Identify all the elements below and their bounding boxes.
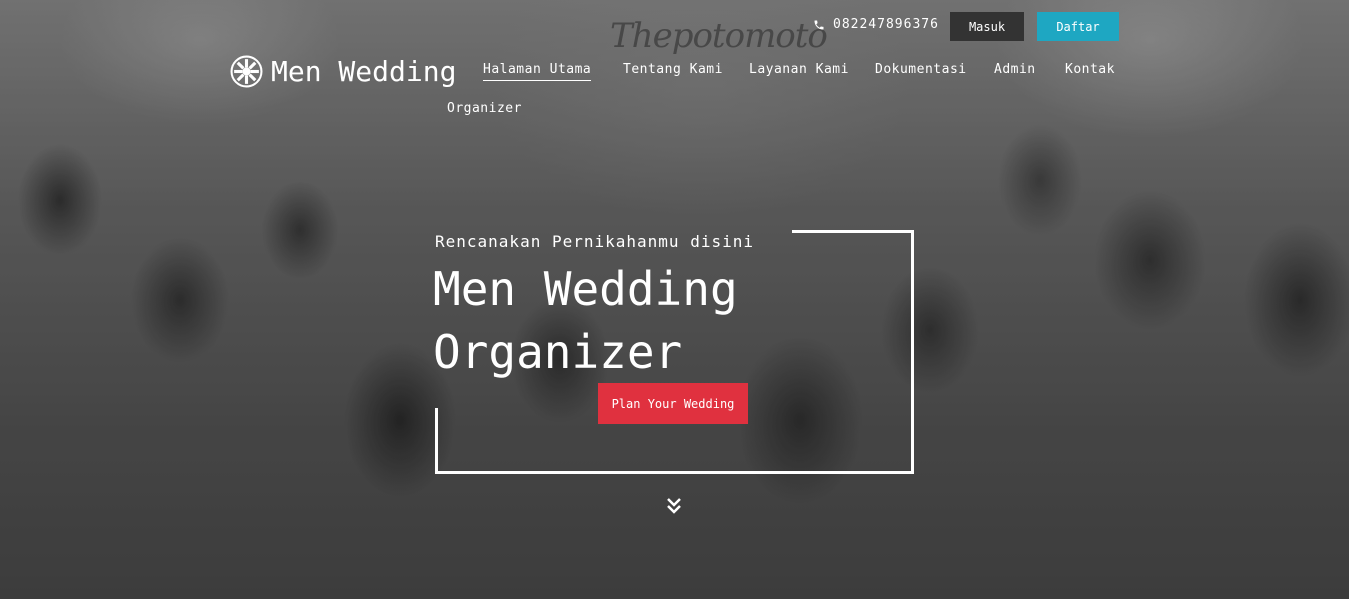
- nav-tentang-kami[interactable]: Tentang Kami: [623, 62, 723, 77]
- brand-sub-organizer[interactable]: Organizer: [447, 101, 522, 116]
- phone-icon: [814, 20, 824, 29]
- plan-wedding-button[interactable]: Plan Your Wedding: [598, 383, 748, 424]
- phone-number: 082247896376: [833, 17, 939, 32]
- brand-logo-link[interactable]: Men Wedding: [230, 55, 456, 88]
- photo-watermark: Thepotomoto: [610, 16, 828, 56]
- hero-frame-top: [792, 230, 914, 233]
- phone-contact: 082247896376: [813, 17, 939, 32]
- login-button[interactable]: Masuk: [950, 12, 1024, 41]
- double-chevron-down-icon[interactable]: [666, 497, 682, 515]
- brand-name: Men Wedding: [271, 55, 457, 88]
- nav-kontak[interactable]: Kontak: [1065, 62, 1115, 77]
- brand-emblem-icon: [230, 55, 263, 88]
- hero-title-line1: Men Wedding: [433, 262, 738, 316]
- hero-title: Men Wedding Organizer: [433, 258, 773, 384]
- hero-subtitle: Rencanakan Pernikahanmu disini: [435, 232, 754, 251]
- nav-halaman-utama[interactable]: Halaman Utama: [483, 62, 592, 81]
- hero-frame-bottom: [435, 471, 914, 474]
- nav-layanan-kami[interactable]: Layanan Kami: [749, 62, 849, 77]
- nav-dokumentasi[interactable]: Dokumentasi: [875, 62, 967, 77]
- hero-title-line2: Organizer: [433, 325, 683, 379]
- hero-frame-right: [911, 230, 914, 474]
- nav-admin[interactable]: Admin: [994, 62, 1036, 77]
- register-button[interactable]: Daftar: [1037, 12, 1119, 41]
- hero-frame-left: [435, 408, 438, 474]
